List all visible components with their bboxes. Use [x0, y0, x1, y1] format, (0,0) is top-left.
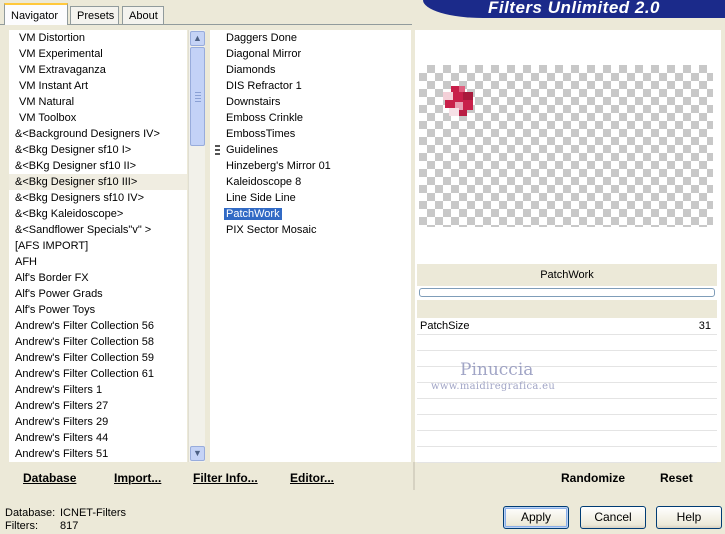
category-item[interactable]: VM Distortion [9, 30, 187, 46]
status-database-value: ICNET-Filters [60, 507, 126, 519]
filter-item-label: Emboss Crinkle [226, 112, 304, 124]
category-item[interactable]: Andrew's Filter Collection 59 [9, 350, 187, 366]
watermark-url: www.maidiregrafica.eu [431, 381, 556, 392]
filter-item-label: Kaleidoscope 8 [226, 176, 302, 188]
category-item[interactable]: [AFS IMPORT] [9, 238, 187, 254]
category-item[interactable]: VM Natural [9, 94, 187, 110]
parameter-name: PatchSize [420, 320, 470, 332]
parameter-row [417, 415, 717, 431]
randomize-button[interactable]: Randomize [561, 462, 625, 490]
app-banner-title: Filters Unlimited 2.0 [423, 0, 725, 18]
category-item[interactable]: VM Toolbox [9, 110, 187, 126]
category-item[interactable]: Andrew's Filter Collection 56 [9, 318, 187, 334]
category-item[interactable]: VM Extravaganza [9, 62, 187, 78]
status-database-label: Database: [5, 507, 56, 519]
filter-item[interactable]: Daggers Done [210, 30, 411, 46]
parameter-row [417, 335, 717, 351]
status-filters-value: 817 [60, 520, 79, 532]
scroll-down-icon[interactable]: ▼ [190, 446, 205, 461]
preview-image[interactable] [419, 65, 713, 227]
filter-item-label: Daggers Done [226, 32, 297, 44]
status-filters-label: Filters: [5, 520, 38, 532]
category-item[interactable]: &<Bkg Designers sf10 IV> [9, 190, 187, 206]
import-button[interactable]: Import... [114, 462, 161, 490]
category-item[interactable]: Andrew's Filter Collection 58 [9, 334, 187, 350]
editor-button[interactable]: Editor... [290, 462, 334, 490]
filter-item[interactable]: DIS Refractor 1 [210, 78, 411, 94]
category-item[interactable]: Andrew's Filters 44 [9, 430, 187, 446]
filter-item-label: PatchWork [224, 208, 282, 220]
filter-item-label: Hinzeberg's Mirror 01 [226, 160, 331, 172]
parameter-row [417, 431, 717, 447]
scroll-thumb[interactable] [190, 47, 205, 146]
list-marker-icon [215, 145, 220, 155]
category-scrollbar[interactable]: ▲ ▼ [188, 30, 205, 462]
status-filters: Filters: 817 [5, 520, 78, 532]
category-item[interactable]: &<Bkg Designer sf10 I> [9, 142, 187, 158]
category-item[interactable]: &<Background Designers IV> [9, 126, 187, 142]
category-item[interactable]: Alf's Power Grads [9, 286, 187, 302]
category-item[interactable]: &<Bkg Kaleidoscope> [9, 206, 187, 222]
filter-item[interactable]: Diamonds [210, 62, 411, 78]
filter-item-label: Diamonds [226, 64, 276, 76]
parameter-value[interactable]: 31 [699, 319, 711, 334]
category-item[interactable]: &<Sandflower Specials"v" > [9, 222, 187, 238]
category-item[interactable]: Andrew's Filters 29 [9, 414, 187, 430]
filter-item[interactable]: PIX Sector Mosaic [210, 222, 411, 238]
filter-item-label: EmbossTimes [226, 128, 296, 140]
filter-item-label: Guidelines [226, 144, 278, 156]
filter-item[interactable]: Emboss Crinkle [210, 110, 411, 126]
scroll-up-icon[interactable]: ▲ [190, 31, 205, 46]
parameter-row [417, 447, 717, 463]
category-item[interactable]: Andrew's Filters 1 [9, 382, 187, 398]
filter-item[interactable]: Diagonal Mirror [210, 46, 411, 62]
category-item[interactable]: VM Experimental [9, 46, 187, 62]
filter-item-label: PIX Sector Mosaic [226, 224, 317, 236]
link-bar-divider [413, 462, 415, 490]
preview-patchwork-shape [443, 86, 473, 116]
category-item[interactable]: &<BKg Designer sf10 II> [9, 158, 187, 174]
apply-button[interactable]: Apply [503, 506, 569, 529]
cancel-button[interactable]: Cancel [580, 506, 646, 529]
filter-item[interactable]: EmbossTimes [210, 126, 411, 142]
tab-presets[interactable]: Presets [70, 6, 119, 24]
filter-item-label: DIS Refractor 1 [226, 80, 302, 92]
filter-item[interactable]: Kaleidoscope 8 [210, 174, 411, 190]
category-item[interactable]: Alf's Border FX [9, 270, 187, 286]
category-list[interactable]: VM Distortion VM Experimental VM Extravaga… [9, 30, 187, 462]
category-item[interactable]: Andrew's Filter Collection 61 [9, 366, 187, 382]
preview-panel: PatchWork PatchSize 31 [415, 30, 721, 463]
parameter-row [417, 399, 717, 415]
help-button[interactable]: Help [656, 506, 722, 529]
parameter-header-gap [417, 300, 717, 318]
reset-button[interactable]: Reset [660, 462, 693, 490]
filter-item-label: Downstairs [226, 96, 281, 108]
filter-item-label: Diagonal Mirror [226, 48, 302, 60]
category-item[interactable]: Andrew's Filters 27 [9, 398, 187, 414]
tab-about[interactable]: About [122, 6, 164, 24]
status-database: Database: ICNET-Filters [5, 507, 126, 519]
category-item[interactable]: VM Instant Art [9, 78, 187, 94]
category-item[interactable]: Andrew's Filters 51 [9, 446, 187, 462]
category-item[interactable]: Alf's Power Toys [9, 302, 187, 318]
category-item[interactable]: AFH [9, 254, 187, 270]
filter-item[interactable]: Hinzeberg's Mirror 01 [210, 158, 411, 174]
filter-item[interactable]: PatchWork [210, 206, 411, 222]
watermark-name: Pinuccia [460, 360, 534, 380]
progress-bar [419, 288, 715, 297]
filter-item[interactable]: Line Side Line [210, 190, 411, 206]
category-item[interactable]: &<Bkg Designer sf10 III> [9, 174, 187, 190]
filter-item[interactable]: Guidelines [210, 142, 411, 158]
filter-list[interactable]: Daggers Done Diagonal Mirror Diamonds DIS R… [210, 30, 411, 462]
filter-info-button[interactable]: Filter Info... [193, 462, 258, 490]
database-button[interactable]: Database [23, 462, 76, 490]
selected-filter-name: PatchWork [417, 264, 717, 286]
tab-navigator[interactable]: Navigator [4, 3, 68, 25]
parameter-row[interactable]: PatchSize 31 [417, 319, 717, 335]
filter-item-label: Line Side Line [226, 192, 296, 204]
filter-item[interactable]: Downstairs [210, 94, 411, 110]
